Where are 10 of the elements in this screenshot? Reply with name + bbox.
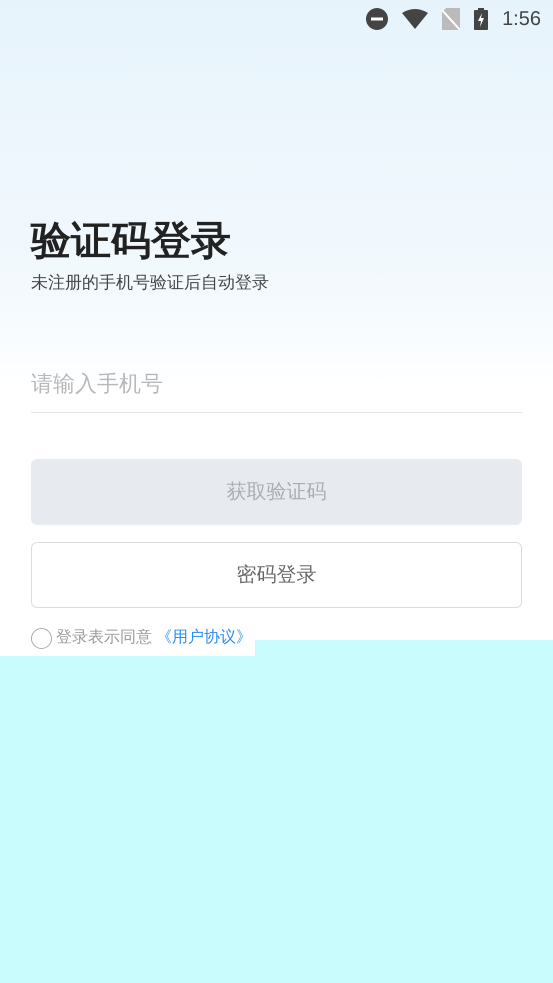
no-sim-icon (442, 8, 460, 30)
password-login-button[interactable]: 密码登录 (31, 542, 522, 608)
wifi-icon (402, 9, 428, 29)
page-title: 验证码登录 (31, 218, 232, 265)
battery-icon (474, 8, 488, 30)
status-time: 1:56 (502, 7, 541, 32)
do-not-disturb-icon (366, 8, 388, 30)
agreement-text: 登录表示同意 (56, 628, 152, 648)
subtitle: 未注册的手机号验证后自动登录 (31, 272, 270, 294)
phone-input-field[interactable]: 请输入手机号 (31, 355, 522, 413)
